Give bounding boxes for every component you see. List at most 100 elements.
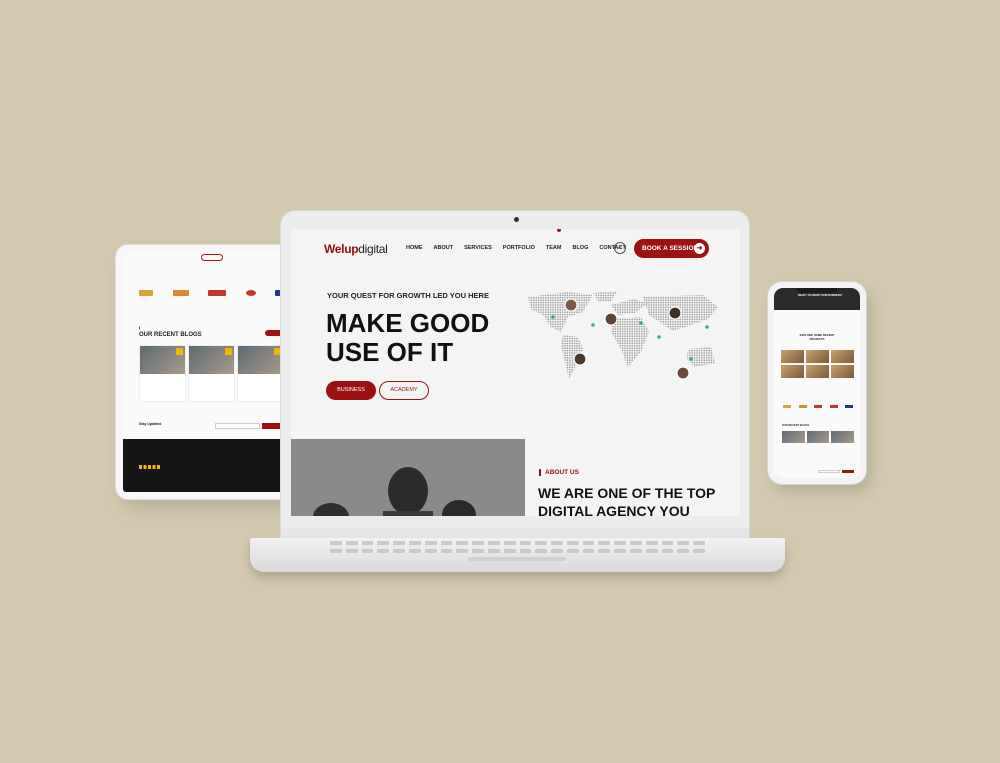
keyboard-key xyxy=(456,548,469,553)
hero-title: MAKE GOOD USE OF IT xyxy=(326,309,526,367)
academy-button[interactable]: ACADEMY xyxy=(379,381,429,400)
keyboard-key xyxy=(535,541,548,545)
world-map xyxy=(528,291,718,380)
laptop-keyboard xyxy=(330,541,705,555)
keyboard-key xyxy=(661,548,674,553)
phone-blog-card[interactable] xyxy=(782,431,805,443)
nav-team[interactable]: TEAM xyxy=(546,245,562,251)
hero-title-line1: MAKE GOOD xyxy=(326,308,490,338)
tablet-client-logos xyxy=(139,290,289,296)
tablet-rating-stars xyxy=(139,465,161,469)
keyboard-key xyxy=(503,541,516,545)
keyboard-key xyxy=(582,541,595,545)
book-session-label: BOOK A SESSION xyxy=(642,245,699,252)
about-title-line1: WE ARE ONE OF THE TOP xyxy=(538,485,716,501)
keyboard-key xyxy=(519,548,532,553)
tablet-blog-card[interactable] xyxy=(189,346,234,401)
logo-part1: Welup xyxy=(324,242,359,256)
phone-section-title: EXPLORE SOME RECENT PROJECTS xyxy=(799,333,835,341)
keyboard-key xyxy=(377,548,390,553)
book-session-button[interactable]: BOOK A SESSION ➜ xyxy=(634,239,709,258)
phone-blog-title: OUR RECENT BLOGS xyxy=(782,424,810,427)
keyboard-key xyxy=(566,548,579,553)
keyboard-key xyxy=(408,541,421,545)
logo-part2: digital xyxy=(358,242,388,256)
phone-blog-cards xyxy=(782,431,855,443)
nav-about[interactable]: ABOUT xyxy=(434,245,454,251)
keyboard-key xyxy=(630,548,642,553)
phone-notch xyxy=(797,288,837,293)
keyboard-key xyxy=(551,548,563,553)
keyboard-key xyxy=(361,541,374,545)
phone-project-thumb[interactable] xyxy=(781,365,804,378)
keyboard-key xyxy=(393,548,405,553)
keyboard-key xyxy=(630,541,642,545)
tablet-newsletter-label: Stay Updated xyxy=(139,422,162,426)
phone-project-thumb[interactable] xyxy=(806,365,829,378)
phone-project-thumb[interactable] xyxy=(806,350,829,363)
tablet-blog-card[interactable] xyxy=(238,346,283,401)
keyboard-key xyxy=(345,548,358,553)
keyboard-key xyxy=(472,548,484,553)
keyboard-key xyxy=(614,541,627,545)
keyboard-key xyxy=(393,541,405,545)
search-icon[interactable]: ⌕ xyxy=(614,242,626,254)
about-title-line2: DIGITAL AGENCY YOU xyxy=(538,503,690,516)
keyboard-key xyxy=(440,541,453,545)
phone-project-thumb[interactable] xyxy=(831,365,854,378)
tablet-top-pill[interactable] xyxy=(201,254,223,261)
nav-blog[interactable]: BLOG xyxy=(572,245,588,251)
keyboard-key xyxy=(614,548,627,553)
nav-portfolio[interactable]: PORTFOLIO xyxy=(503,245,535,251)
keyboard-key xyxy=(519,541,532,545)
tablet-blog-card[interactable] xyxy=(140,346,185,401)
nav-home[interactable]: HOME xyxy=(406,245,423,251)
nav-services[interactable]: SERVICES xyxy=(464,245,492,251)
keyboard-key xyxy=(693,548,705,553)
phone-subscribe-button[interactable] xyxy=(842,470,854,473)
keyboard-key xyxy=(424,541,437,545)
keyboard-key xyxy=(487,541,500,545)
keyboard-key xyxy=(440,548,453,553)
hero-title-line2: USE OF IT xyxy=(326,337,454,367)
keyboard-key xyxy=(472,541,484,545)
keyboard-key xyxy=(456,541,469,545)
keyboard-key xyxy=(598,548,611,553)
phone-newsletter-input[interactable] xyxy=(818,470,840,473)
keyboard-key xyxy=(551,541,563,545)
keyboard-key xyxy=(693,541,705,545)
phone-client-logos xyxy=(783,405,853,408)
site-navbar: Welupdigital HOME ABOUT SERVICES PORTFOL… xyxy=(291,229,740,269)
keyboard-key xyxy=(487,548,500,553)
arrow-right-icon: ➜ xyxy=(694,243,705,254)
phone-project-grid xyxy=(781,350,854,378)
keyboard-key xyxy=(677,541,690,545)
keyboard-key xyxy=(677,548,690,553)
phone-screen: READY TO GROW YOUR BUSINESS? EXPLORE SOM… xyxy=(774,288,860,478)
keyboard-key xyxy=(330,541,342,545)
keyboard-key xyxy=(598,541,611,545)
keyboard-key xyxy=(503,548,516,553)
tablet-blog-tag: ▌ xyxy=(139,327,143,330)
about-photo xyxy=(291,439,525,516)
business-button[interactable]: BUSINESS xyxy=(326,381,376,400)
keyboard-key xyxy=(661,541,674,545)
phone-project-thumb[interactable] xyxy=(781,350,804,363)
laptop-trackpad xyxy=(468,557,566,561)
keyboard-key xyxy=(645,541,658,545)
tablet-newsletter-input[interactable] xyxy=(215,423,260,429)
phone-blog-card[interactable] xyxy=(831,431,855,443)
keyboard-key xyxy=(330,548,342,553)
keyboard-key xyxy=(535,548,548,553)
tablet-screen: ▌ OUR RECENT BLOGS Stay Updated xyxy=(123,252,303,492)
keyboard-key xyxy=(645,548,658,553)
tablet-blog-cards xyxy=(140,346,285,401)
keyboard-key xyxy=(345,541,358,545)
phone-project-thumb[interactable] xyxy=(831,350,854,363)
about-tag: ABOUT US xyxy=(539,469,579,476)
phone-blog-card[interactable] xyxy=(806,431,830,443)
nav-links: HOME ABOUT SERVICES PORTFOLIO TEAM BLOG … xyxy=(406,245,626,251)
site-logo[interactable]: Welupdigital xyxy=(324,242,388,256)
keyboard-key xyxy=(361,548,374,553)
phone-hero-text: READY TO GROW YOUR BUSINESS? xyxy=(798,294,843,297)
